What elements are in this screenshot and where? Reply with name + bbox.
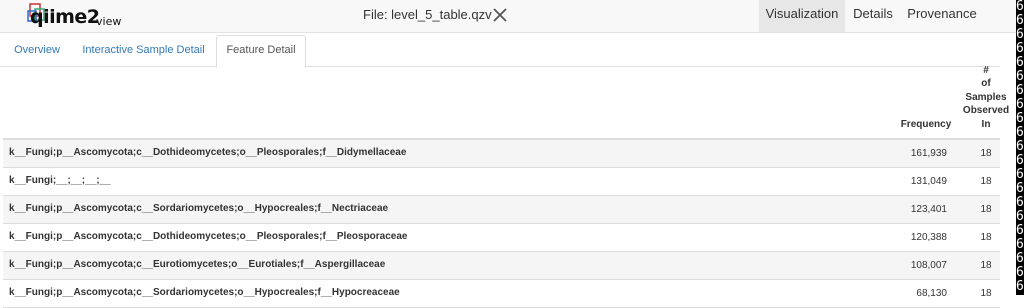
samples-cell: 18	[980, 288, 992, 299]
edge-glyph: 6	[1016, 125, 1024, 140]
edge-glyph: 6	[1016, 181, 1024, 196]
tab-details[interactable]: Details	[845, 0, 901, 32]
samples-cell: 18	[980, 232, 992, 243]
tab-overview[interactable]: Overview	[6, 36, 68, 66]
feature-name-cell: k__Fungi;p__Ascomycota;c__Sordariomycete…	[9, 287, 400, 298]
edge-terminal-strip: 666666666666666666666	[1016, 0, 1024, 295]
table-row[interactable]: k__Fungi;p__Ascomycota;c__Dothideomycete…	[3, 140, 1000, 168]
edge-glyph: 6	[1016, 265, 1024, 280]
edge-glyph: 6	[1016, 153, 1024, 168]
table-header: Frequency # of Samples Observed In	[3, 65, 1009, 140]
edge-glyph: 6	[1016, 279, 1024, 294]
brand-sub: view	[96, 15, 122, 28]
edge-glyph: 6	[1016, 237, 1024, 252]
edge-glyph: 6	[1016, 69, 1024, 84]
feature-name-cell: k__Fungi;__;__;__;__	[9, 175, 111, 186]
tab-provenance-label: Provenance	[907, 6, 977, 21]
tab-provenance[interactable]: Provenance	[901, 0, 983, 32]
edge-glyph: 6	[1016, 97, 1024, 112]
edge-glyph: 6	[1016, 251, 1024, 266]
edge-glyph: 6	[1016, 167, 1024, 182]
table-row[interactable]: k__Fungi;p__Ascomycota;c__Eurotiomycetes…	[3, 252, 1000, 280]
feature-name-cell: k__Fungi;p__Ascomycota;c__Eurotiomycetes…	[9, 259, 386, 270]
edge-glyph: 6	[1016, 139, 1024, 154]
feature-name-cell: k__Fungi;p__Ascomycota;c__Dothideomycete…	[9, 147, 407, 158]
frequency-cell: 68,130	[916, 288, 947, 299]
edge-glyph: 6	[1016, 209, 1024, 224]
qiime2-view-logo[interactable]: qiime2 view	[26, 2, 121, 30]
tab-details-label: Details	[853, 6, 893, 21]
feature-table: Frequency # of Samples Observed In k__Fungi;…	[3, 65, 1009, 308]
brand-name: qiime2	[30, 6, 100, 28]
samples-cell: 18	[980, 204, 992, 215]
top-navbar: qiime2 view File: level_5_table.qzv Visu…	[0, 0, 1016, 33]
feature-name-cell: k__Fungi;p__Ascomycota;c__Dothideomycete…	[9, 231, 408, 242]
edge-glyph: 6	[1016, 223, 1024, 238]
table-row[interactable]: k__Fungi;__;__;__;__ 131,049 18	[3, 168, 1000, 196]
tab-feature-detail[interactable]: Feature Detail	[216, 35, 306, 68]
tab-visualization-label: Visualization	[765, 6, 839, 21]
visualization-subtabs: Overview Interactive Sample Detail Featu…	[0, 33, 1000, 68]
edge-glyph: 6	[1016, 27, 1024, 42]
tab-feature-detail-label: Feature Detail	[226, 44, 296, 56]
samples-column-header[interactable]: # of Samples Observed In	[960, 64, 1012, 132]
edge-glyph: 6	[1016, 55, 1024, 70]
close-icon[interactable]	[492, 7, 508, 23]
samples-cell: 18	[980, 148, 992, 159]
table-row[interactable]: k__Fungi;p__Ascomycota;c__Dothideomycete…	[3, 224, 1000, 252]
frequency-cell: 108,007	[910, 260, 947, 271]
samples-cell: 18	[980, 260, 992, 271]
edge-glyph: 6	[1016, 195, 1024, 210]
frequency-cell: 131,049	[910, 176, 947, 187]
frequency-cell: 161,939	[910, 148, 947, 159]
frequency-cell: 123,401	[910, 204, 947, 215]
tab-interactive-sample-detail[interactable]: Interactive Sample Detail	[77, 36, 210, 66]
edge-glyph: 6	[1016, 41, 1024, 56]
edge-glyph: 6	[1016, 111, 1024, 126]
tab-overview-label: Overview	[14, 44, 60, 56]
samples-cell: 18	[980, 176, 992, 187]
edge-glyph: 6	[1016, 0, 1024, 14]
file-name-label: File: level_5_table.qzv	[363, 7, 492, 22]
table-row[interactable]: k__Fungi;p__Ascomycota;c__Sordariomycete…	[3, 280, 1000, 308]
tab-visualization[interactable]: Visualization	[759, 0, 845, 32]
edge-glyph: 6	[1016, 13, 1024, 28]
frequency-cell: 120,388	[910, 232, 947, 243]
frequency-column-header[interactable]: Frequency	[891, 118, 961, 132]
tab-interactive-sample-detail-label: Interactive Sample Detail	[82, 44, 205, 56]
feature-name-cell: k__Fungi;p__Ascomycota;c__Sordariomycete…	[9, 203, 389, 214]
edge-glyph: 6	[1016, 83, 1024, 98]
table-row[interactable]: k__Fungi;p__Ascomycota;c__Sordariomycete…	[3, 196, 1000, 224]
